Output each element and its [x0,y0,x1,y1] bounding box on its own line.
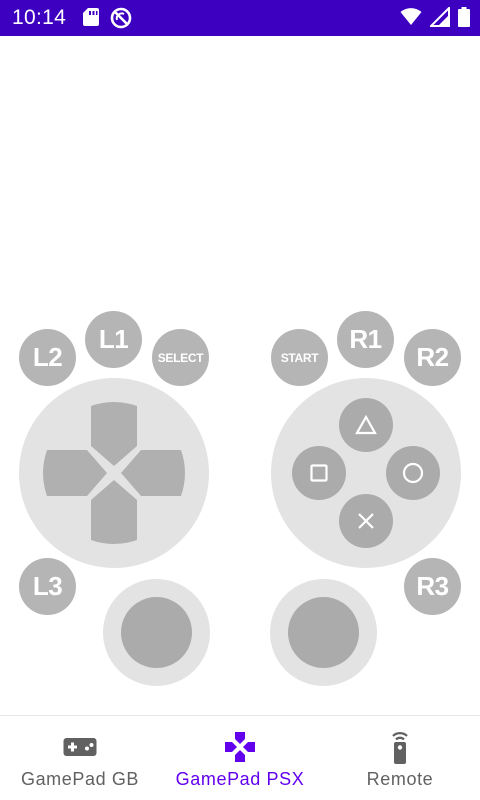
status-time: 10:14 [12,6,67,29]
select-label: SELECT [157,350,204,365]
start-button[interactable]: START [271,329,328,386]
left-analog-stick[interactable] [103,579,210,686]
nav-label-gamepad-psx: GamePad PSX [175,769,305,789]
circle-button[interactable] [386,446,440,500]
nav-item-remote[interactable]: Remote [320,716,480,800]
left-stick-knob[interactable] [121,597,192,668]
remote-icon [392,732,408,764]
gamepad-area: L2 L1 SELECT L3 START R1 R2 R3 [0,36,480,715]
l3-label: L3 [32,571,63,601]
r2-label: R2 [416,342,449,372]
dpad [19,378,209,568]
dpad-right[interactable] [121,450,185,496]
sd-card-icon [82,7,100,34]
wifi-icon [400,8,422,31]
bottom-navigation: GamePad GB GamePad PSX Remote [0,715,480,800]
right-analog-stick[interactable] [270,579,377,686]
dpad-cross-icon [225,732,255,762]
square-button[interactable] [292,446,346,500]
l1-button[interactable]: L1 [85,311,142,368]
nav-label-gamepad-gb: GamePad GB [20,769,140,789]
dpad-down[interactable] [91,480,137,544]
nav-item-gamepad-psx[interactable]: GamePad PSX [160,716,320,800]
r1-button[interactable]: R1 [337,311,394,368]
circle-icon [402,462,424,484]
dpad-up[interactable] [91,402,137,466]
r3-label: R3 [416,571,449,601]
no-sync-icon [110,7,132,34]
gamepad-icon [63,738,97,756]
battery-icon [458,7,470,32]
status-bar: 10:14 [0,0,480,36]
cell-signal-icon [428,5,450,32]
nav-item-gamepad-gb[interactable]: GamePad GB [0,716,160,800]
cross-icon [358,513,374,529]
l2-label: L2 [32,342,63,372]
start-label: START [280,350,319,365]
triangle-button[interactable] [339,398,393,452]
square-icon [310,464,328,482]
face-button-pad [271,378,461,568]
triangle-icon [355,414,377,435]
cross-button[interactable] [339,494,393,548]
r1-label: R1 [349,324,382,354]
r2-button[interactable]: R2 [404,329,461,386]
right-stick-knob[interactable] [288,597,359,668]
nav-label-remote: Remote [366,769,434,789]
r3-button[interactable]: R3 [404,558,461,615]
dpad-left[interactable] [43,450,107,496]
l3-button[interactable]: L3 [19,558,76,615]
l1-label: L1 [98,324,129,354]
